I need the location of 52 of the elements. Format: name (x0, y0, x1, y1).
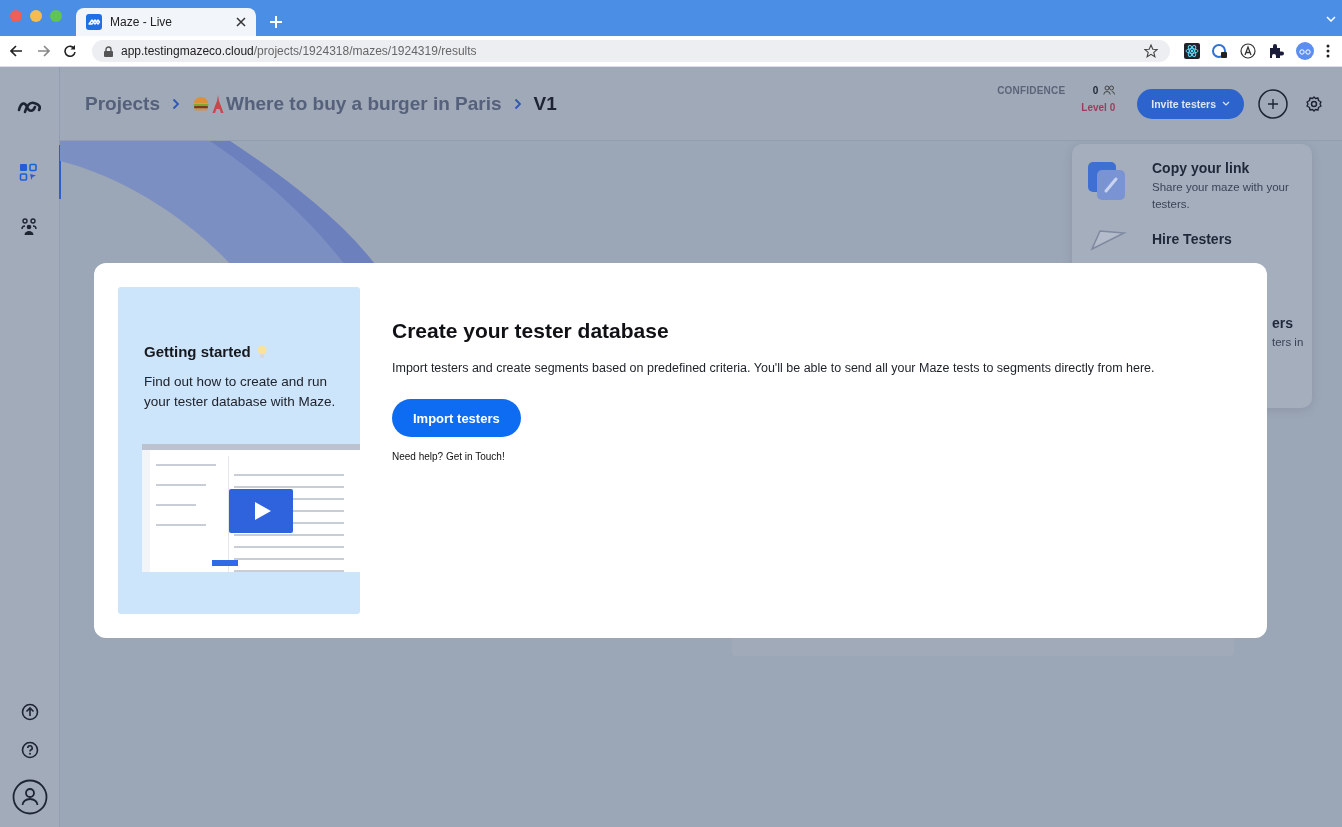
caret-icon (1222, 101, 1230, 106)
lock-icon (104, 45, 113, 57)
lightbulb-icon (256, 344, 267, 359)
burger-icon (192, 94, 210, 113)
star-icon[interactable] (1144, 44, 1158, 58)
tester-count: 0 (1092, 84, 1099, 96)
import-testers-button[interactable]: Import testers (392, 399, 521, 437)
help-link[interactable]: Need help? Get in Touch! (392, 451, 505, 462)
new-tab-icon[interactable] (270, 16, 282, 28)
reload-icon[interactable] (64, 45, 76, 57)
add-icon[interactable] (1258, 88, 1288, 119)
puzzle-icon[interactable] (1268, 43, 1284, 59)
close-icon[interactable] (236, 17, 246, 27)
upload-icon[interactable] (20, 703, 39, 721)
profile-avatar-icon[interactable] (1296, 42, 1314, 60)
option-description: Share your maze with your testers. (1152, 180, 1290, 212)
address-bar[interactable]: app.testingmazeco.cloud/projects/1924318/mazes/1924319/results (92, 40, 1170, 62)
maze-logo-icon (86, 14, 102, 30)
people-icon (1103, 85, 1116, 95)
atom-extension-icon[interactable] (1184, 43, 1200, 59)
mazes-nav-icon (19, 162, 39, 182)
extension-icon[interactable] (1212, 43, 1228, 59)
dialog-description: Import testers and create segments based on predefined criteria. You'll be able to send all your Maze tests to segments directly from here. (392, 361, 1155, 375)
panel-title: Getting started (144, 343, 251, 360)
invite-testers-button[interactable]: Invite testers (1137, 88, 1244, 119)
breadcrumb-link[interactable]: V1 (533, 92, 557, 115)
option-title: ers (1272, 315, 1295, 331)
play-button-icon[interactable] (229, 489, 293, 533)
confidence-label: CONFIDENCE (997, 84, 1066, 96)
testers-nav-icon (19, 216, 39, 236)
tab-title: Maze - Live (110, 15, 174, 29)
back-icon[interactable] (10, 45, 23, 57)
help-icon[interactable] (20, 741, 39, 759)
video-thumbnail-drawing[interactable] (142, 444, 360, 572)
option-title: Hire Testers (1152, 231, 1232, 247)
chevron-right-icon (513, 97, 522, 110)
user-icon[interactable] (11, 779, 48, 815)
panel-description: Find out how to create and run your tester database with Maze. (144, 373, 337, 411)
browser-tab[interactable]: Maze - Live (76, 8, 256, 36)
option-title: Copy your link (1152, 160, 1251, 176)
url-text: app.testingmazeco.cloud/projects/1924318/mazes/1924319/results (121, 44, 477, 58)
chevron-down-icon[interactable] (1326, 16, 1336, 22)
maze-logo-icon[interactable] (16, 99, 43, 115)
settings-icon[interactable] (1306, 95, 1322, 112)
letter-a-extension-icon[interactable] (1240, 43, 1256, 59)
option-description: ters in (1272, 335, 1304, 350)
confidence-level: Level 0 (1081, 101, 1116, 113)
chain-link-icon[interactable] (1088, 160, 1128, 200)
chevron-right-icon (172, 97, 180, 110)
forward-icon[interactable] (37, 45, 50, 57)
dialog-title: Create your tester database (392, 319, 669, 343)
more-menu-icon[interactable] (1326, 44, 1330, 58)
